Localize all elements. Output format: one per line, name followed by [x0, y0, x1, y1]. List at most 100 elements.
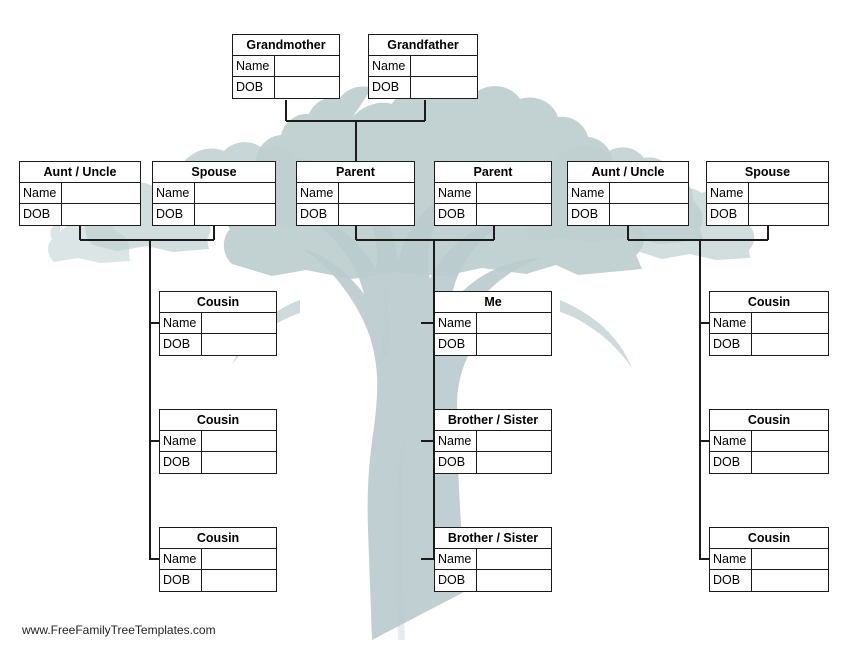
person-card-cousin-left-1: Cousin Name DOB — [159, 291, 277, 356]
card-row-dob-cousin-left-2: DOB — [160, 452, 276, 473]
person-card-aunt-uncle-left: Aunt / Uncle Name DOB — [19, 161, 141, 226]
name-field-cousin-left-1[interactable] — [202, 313, 276, 333]
card-row-dob-brother-sister-1: DOB — [435, 452, 551, 473]
card-title-grandmother: Grandmother — [233, 35, 339, 56]
name-label-cousin-left-2: Name — [160, 431, 202, 451]
dob-field-grandmother[interactable] — [275, 77, 339, 98]
name-label-parent-right: Name — [435, 183, 477, 203]
dob-label-grandfather: DOB — [369, 77, 411, 98]
card-row-name-cousin-left-2: Name — [160, 431, 276, 452]
dob-field-cousin-left-3[interactable] — [202, 570, 276, 591]
dob-field-cousin-left-2[interactable] — [202, 452, 276, 473]
dob-field-aunt-uncle-right[interactable] — [610, 204, 688, 225]
name-label-cousin-left-1: Name — [160, 313, 202, 333]
name-field-parent-right[interactable] — [477, 183, 551, 203]
name-field-cousin-right-3[interactable] — [752, 549, 828, 569]
name-label-cousin-right-1: Name — [710, 313, 752, 333]
name-label-grandfather: Name — [369, 56, 411, 76]
name-field-brother-sister-2[interactable] — [477, 549, 551, 569]
card-row-dob-spouse-left: DOB — [153, 204, 275, 225]
dob-label-parent-right: DOB — [435, 204, 477, 225]
tree-trunk-and-branches — [232, 180, 632, 640]
card-title-cousin-left-2: Cousin — [160, 410, 276, 431]
name-field-me[interactable] — [477, 313, 551, 333]
card-row-name-grandfather: Name — [369, 56, 477, 77]
name-field-grandmother[interactable] — [275, 56, 339, 76]
name-field-cousin-right-1[interactable] — [752, 313, 828, 333]
name-label-spouse-left: Name — [153, 183, 195, 203]
dob-label-brother-sister-1: DOB — [435, 452, 477, 473]
person-card-parent-right: Parent Name DOB — [434, 161, 552, 226]
card-row-name-parent-right: Name — [435, 183, 551, 204]
name-label-grandmother: Name — [233, 56, 275, 76]
dob-field-spouse-left[interactable] — [195, 204, 275, 225]
name-label-aunt-uncle-left: Name — [20, 183, 62, 203]
card-row-dob-cousin-right-2: DOB — [710, 452, 828, 473]
name-field-aunt-uncle-left[interactable] — [62, 183, 140, 203]
dob-label-brother-sister-2: DOB — [435, 570, 477, 591]
card-title-cousin-right-3: Cousin — [710, 528, 828, 549]
card-row-name-aunt-uncle-left: Name — [20, 183, 140, 204]
card-row-name-parent-left: Name — [297, 183, 414, 204]
dob-label-cousin-right-3: DOB — [710, 570, 752, 591]
card-row-dob-spouse-right: DOB — [707, 204, 828, 225]
name-label-cousin-right-2: Name — [710, 431, 752, 451]
name-field-cousin-left-2[interactable] — [202, 431, 276, 451]
card-row-name-cousin-left-1: Name — [160, 313, 276, 334]
card-row-dob-grandmother: DOB — [233, 77, 339, 98]
name-field-grandfather[interactable] — [411, 56, 477, 76]
card-title-cousin-left-1: Cousin — [160, 292, 276, 313]
card-row-dob-aunt-uncle-right: DOB — [568, 204, 688, 225]
name-field-brother-sister-1[interactable] — [477, 431, 551, 451]
dob-field-cousin-right-3[interactable] — [752, 570, 828, 591]
dob-field-grandfather[interactable] — [411, 77, 477, 98]
card-row-name-spouse-left: Name — [153, 183, 275, 204]
dob-label-parent-left: DOB — [297, 204, 339, 225]
dob-field-cousin-left-1[interactable] — [202, 334, 276, 355]
person-card-parent-left: Parent Name DOB — [296, 161, 415, 226]
card-row-dob-cousin-left-1: DOB — [160, 334, 276, 355]
person-card-cousin-left-3: Cousin Name DOB — [159, 527, 277, 592]
name-label-brother-sister-2: Name — [435, 549, 477, 569]
card-row-name-cousin-right-1: Name — [710, 313, 828, 334]
card-title-me: Me — [435, 292, 551, 313]
dob-field-me[interactable] — [477, 334, 551, 355]
dob-field-cousin-right-1[interactable] — [752, 334, 828, 355]
card-row-name-cousin-right-3: Name — [710, 549, 828, 570]
person-card-brother-sister-1: Brother / Sister Name DOB — [434, 409, 552, 474]
card-title-parent-right: Parent — [435, 162, 551, 183]
person-card-me: Me Name DOB — [434, 291, 552, 356]
name-field-cousin-left-3[interactable] — [202, 549, 276, 569]
name-field-spouse-left[interactable] — [195, 183, 275, 203]
card-row-dob-parent-right: DOB — [435, 204, 551, 225]
dob-label-grandmother: DOB — [233, 77, 275, 98]
dob-label-aunt-uncle-right: DOB — [568, 204, 610, 225]
name-field-parent-left[interactable] — [339, 183, 414, 203]
dob-field-parent-right[interactable] — [477, 204, 551, 225]
dob-label-spouse-left: DOB — [153, 204, 195, 225]
card-row-name-aunt-uncle-right: Name — [568, 183, 688, 204]
name-field-cousin-right-2[interactable] — [752, 431, 828, 451]
name-field-aunt-uncle-right[interactable] — [610, 183, 688, 203]
card-row-dob-grandfather: DOB — [369, 77, 477, 98]
card-row-name-me: Name — [435, 313, 551, 334]
dob-field-parent-left[interactable] — [339, 204, 414, 225]
name-label-me: Name — [435, 313, 477, 333]
dob-label-cousin-left-2: DOB — [160, 452, 202, 473]
name-field-spouse-right[interactable] — [749, 183, 828, 203]
card-row-dob-cousin-left-3: DOB — [160, 570, 276, 591]
card-title-brother-sister-2: Brother / Sister — [435, 528, 551, 549]
person-card-grandfather: Grandfather Name DOB — [368, 34, 478, 99]
name-label-aunt-uncle-right: Name — [568, 183, 610, 203]
dob-field-brother-sister-2[interactable] — [477, 570, 551, 591]
card-row-dob-aunt-uncle-left: DOB — [20, 204, 140, 225]
dob-field-spouse-right[interactable] — [749, 204, 828, 225]
card-title-brother-sister-1: Brother / Sister — [435, 410, 551, 431]
card-title-spouse-right: Spouse — [707, 162, 828, 183]
person-card-cousin-right-3: Cousin Name DOB — [709, 527, 829, 592]
dob-label-cousin-right-1: DOB — [710, 334, 752, 355]
dob-field-brother-sister-1[interactable] — [477, 452, 551, 473]
dob-field-aunt-uncle-left[interactable] — [62, 204, 140, 225]
person-card-cousin-left-2: Cousin Name DOB — [159, 409, 277, 474]
dob-field-cousin-right-2[interactable] — [752, 452, 828, 473]
